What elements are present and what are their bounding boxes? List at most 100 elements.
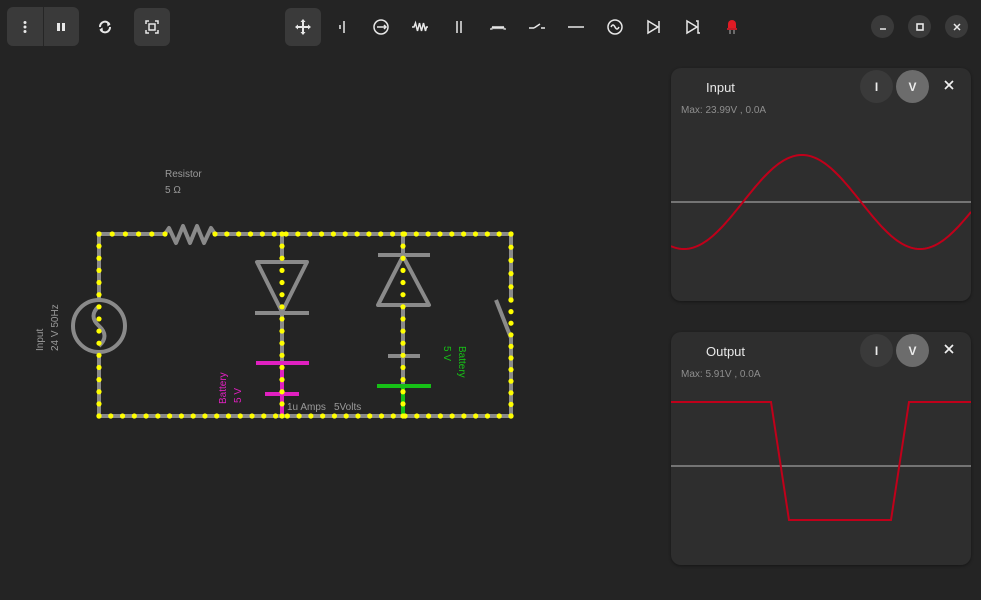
current-dot — [202, 413, 208, 419]
current-dot — [400, 304, 406, 310]
battery-2[interactable] — [377, 354, 431, 416]
tool-ammeter[interactable] — [324, 9, 360, 45]
close-icon — [952, 22, 961, 31]
current-dot — [355, 413, 361, 419]
panel-title: Output — [706, 344, 746, 359]
current-dot — [318, 231, 325, 237]
current-dot — [279, 292, 285, 298]
current-dot — [378, 413, 385, 419]
current-dot — [414, 413, 420, 419]
inductor-icon — [490, 25, 506, 30]
panel-close-button[interactable] — [940, 340, 958, 358]
current-dot — [149, 231, 155, 237]
current-dot — [449, 413, 455, 419]
menu-button[interactable] — [7, 7, 43, 46]
current-dot — [484, 413, 491, 419]
panel-close-button[interactable] — [940, 76, 958, 94]
current-source-icon — [373, 19, 389, 35]
current-readout: 1u Amps — [287, 402, 326, 413]
voltage-toggle-button[interactable]: V — [896, 334, 929, 367]
close-button[interactable] — [945, 15, 968, 38]
current-dot — [342, 231, 348, 237]
pause-button[interactable] — [43, 7, 79, 46]
current-dot — [108, 413, 114, 419]
voltage-toggle-button[interactable]: V — [896, 70, 929, 103]
tool-wire[interactable] — [558, 9, 594, 45]
current-dot — [279, 328, 285, 334]
current-dot — [279, 243, 285, 249]
current-dot — [400, 413, 406, 419]
current-dot — [331, 413, 338, 419]
tool-move[interactable] — [285, 8, 321, 46]
current-dot — [261, 413, 267, 419]
current-dot — [279, 340, 285, 346]
current-dot — [472, 231, 479, 237]
tool-resistor[interactable] — [402, 9, 438, 45]
refresh-button[interactable] — [87, 9, 123, 45]
current-dot — [224, 231, 230, 237]
tool-capacitor[interactable] — [441, 9, 477, 45]
header-bar — [0, 0, 981, 54]
tool-led[interactable] — [714, 9, 750, 45]
current-dot — [330, 231, 336, 237]
close-icon — [944, 344, 954, 354]
current-dot — [96, 243, 102, 249]
current-dot — [508, 413, 514, 419]
close-icon — [944, 80, 954, 90]
minimize-button[interactable] — [871, 15, 894, 38]
current-toggle-button[interactable]: I — [860, 70, 893, 103]
panel-max-readout: Max: 23.99V , 0.0A — [681, 105, 767, 116]
tool-ac-source[interactable] — [597, 9, 633, 45]
current-dot — [496, 413, 502, 419]
ac-source-icon — [607, 19, 623, 35]
maximize-button[interactable] — [908, 15, 931, 38]
refresh-icon — [99, 20, 111, 34]
current-dot — [162, 231, 168, 237]
current-dot — [96, 364, 102, 371]
current-toggle-button[interactable]: I — [860, 334, 893, 367]
fit-view-button[interactable] — [134, 8, 170, 46]
diode-2[interactable] — [376, 253, 431, 307]
current-dot — [508, 231, 514, 237]
battery-2-value-label: 5 V — [441, 346, 452, 361]
current-dot — [96, 267, 102, 273]
current-dot — [308, 413, 314, 419]
current-dot — [279, 352, 285, 358]
current-dot — [400, 267, 406, 273]
current-dot — [400, 279, 406, 286]
switch[interactable] — [494, 299, 513, 339]
current-dot — [279, 304, 285, 310]
current-dot — [366, 231, 372, 237]
current-dot — [122, 231, 128, 237]
current-dot — [367, 413, 373, 419]
current-dot — [279, 389, 285, 395]
tool-zener-diode[interactable] — [675, 9, 711, 45]
led-icon — [727, 20, 737, 34]
current-dot — [279, 377, 285, 383]
current-dot — [496, 231, 502, 237]
current-dot — [96, 413, 102, 419]
current-dot — [279, 279, 285, 286]
current-dot — [508, 257, 514, 263]
current-dot — [473, 413, 479, 419]
resistor[interactable] — [163, 224, 217, 245]
input-panel: Input I V Max: 23.99V , 0.0A — [671, 68, 971, 301]
current-dot — [508, 244, 514, 250]
current-dot — [400, 377, 406, 383]
current-dot — [96, 304, 102, 310]
tool-inductor[interactable] — [480, 9, 516, 45]
tool-diode[interactable] — [636, 9, 672, 45]
current-dot — [136, 231, 142, 237]
current-dot — [425, 231, 431, 237]
tool-current-source[interactable] — [363, 9, 399, 45]
current-dot — [296, 413, 302, 419]
current-dot — [484, 231, 490, 237]
current-dot — [109, 231, 115, 237]
current-dot — [279, 413, 285, 419]
current-dot — [508, 355, 514, 361]
current-dot — [508, 390, 514, 396]
battery-2-name-label: Battery — [456, 346, 467, 378]
tool-switch[interactable] — [519, 9, 555, 45]
input-waveform-plot — [671, 154, 971, 250]
menu-icon — [23, 20, 27, 33]
